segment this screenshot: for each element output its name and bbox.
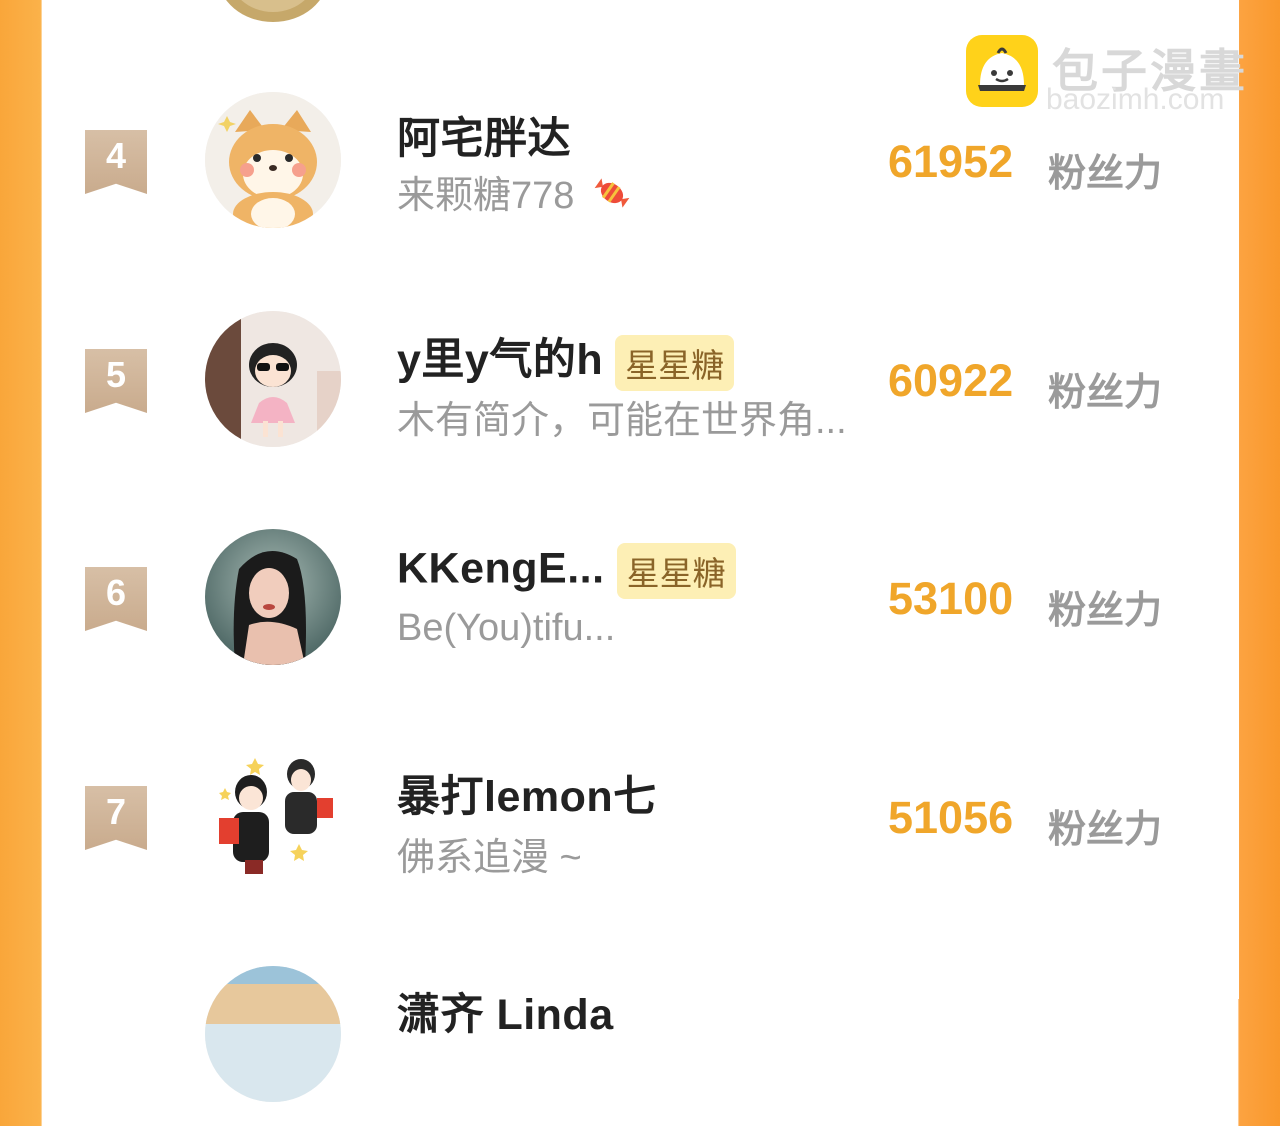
ranking-row-5[interactable]: 5 y里y气的h 星星糖 木有简介，可能在世界角... 60922 粉丝力: [42, 311, 1239, 471]
rank-badge: 4: [85, 130, 147, 194]
rank-badge: 7: [85, 786, 147, 850]
rank-badge: 6: [85, 567, 147, 631]
user-name[interactable]: 阿宅胖达: [397, 104, 571, 166]
cartoon-girl-avatar[interactable]: [205, 311, 341, 447]
ranking-row-6[interactable]: 6 KKengE... 星星糖 Be(You)tifu... 53100 粉丝力: [42, 529, 1239, 689]
bun-logo-icon: [966, 35, 1038, 107]
xingxingtang-badge: 星星糖: [615, 334, 735, 391]
user-bio: Be(You)tifu...: [397, 607, 616, 649]
candy-icon: [591, 173, 633, 223]
watermark-brand-en: baozimh.com: [1046, 83, 1225, 116]
baozimh-watermark: 包子漫畫 baozimh.com: [966, 35, 1256, 125]
fans-score: 60922: [888, 355, 1014, 406]
xingxingtang-badge: 星星糖: [616, 543, 736, 599]
user-bio: 木有简介，可能在世界角...: [397, 400, 847, 442]
couple-cartoon-avatar[interactable]: [205, 748, 341, 884]
fans-unit-label: 粉丝力: [1048, 809, 1163, 851]
fans-score: 51056: [888, 792, 1014, 843]
user-name-text: y里y气的h: [397, 336, 604, 384]
user-name-text: KKengE...: [397, 544, 605, 593]
user-name[interactable]: y里y气的h 星星糖: [397, 325, 735, 391]
rank-badge: 5: [85, 349, 147, 413]
user-bio-text: 来颗糖778: [397, 175, 575, 217]
user-bio: 佛系追漫 ~: [397, 837, 582, 879]
user-bio: 来颗糖778: [397, 164, 633, 223]
fans-unit-label: 粉丝力: [1048, 372, 1163, 414]
ranking-panel: 4 阿宅胖达 来颗糖778 61952 粉丝力 5 y里y气的h 星星糖 木有简…: [42, 0, 1239, 1102]
ranking-row-7[interactable]: 7 暴打lemon七 佛系追漫 ~ 51056 粉丝力: [42, 748, 1239, 908]
fans-score: 53100: [888, 573, 1014, 624]
fans-unit-label: 粉丝力: [1048, 153, 1163, 195]
fans-unit-label: 粉丝力: [1048, 590, 1163, 632]
avatar-previous-partial[interactable]: [218, 0, 328, 22]
woman-portrait-avatar[interactable]: [205, 529, 341, 665]
fans-score: 61952: [888, 136, 1014, 187]
beach-avatar[interactable]: [205, 966, 341, 1102]
shiba-dog-avatar[interactable]: [205, 92, 341, 228]
ranking-row-8-partial[interactable]: 潇齐 Linda: [42, 966, 1239, 1126]
user-name[interactable]: KKengE... 星星糖: [397, 543, 736, 599]
user-name[interactable]: 暴打lemon七: [397, 762, 657, 824]
user-name[interactable]: 潇齐 Linda: [397, 980, 614, 1042]
